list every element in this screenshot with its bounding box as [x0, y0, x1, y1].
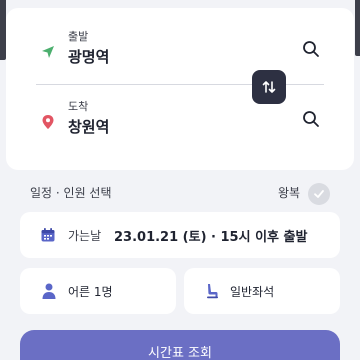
- check-icon: [314, 190, 324, 198]
- seat-icon: [207, 284, 218, 299]
- passenger-label: 어른 1명: [68, 285, 113, 299]
- calendar-icon: [41, 228, 55, 242]
- navigation-arrow-icon: [42, 46, 54, 58]
- departure-station-row[interactable]: 출발 광명역: [6, 22, 354, 72]
- arrival-station-name: 창원역: [68, 118, 110, 136]
- departure-date-selector[interactable]: 가는날 23.01.21 (토) · 15시 이후 출발: [20, 212, 340, 258]
- search-button-label: 시간표 조회: [148, 346, 212, 360]
- date-value: 23.01.21 (토) · 15시 이후 출발: [114, 230, 308, 245]
- arrival-station-row[interactable]: 도착 창원역: [6, 92, 354, 142]
- search-icon[interactable]: [302, 40, 320, 58]
- right-edge-bar: [355, 0, 360, 56]
- departure-label: 출발: [68, 30, 89, 43]
- search-timetable-button[interactable]: 시간표 조회: [20, 330, 340, 360]
- roundtrip-toggle[interactable]: [308, 183, 330, 205]
- map-pin-icon: [42, 115, 54, 129]
- search-icon[interactable]: [302, 110, 320, 128]
- arrival-label: 도착: [68, 100, 89, 113]
- person-icon: [42, 283, 56, 299]
- date-label: 가는날: [68, 229, 102, 243]
- passenger-selector[interactable]: 어른 1명: [20, 268, 176, 314]
- seat-class-label: 일반좌석: [230, 285, 275, 299]
- station-selection-card: 출발 광명역 도착 창원역: [6, 8, 354, 170]
- roundtrip-label: 왕복: [278, 186, 301, 200]
- schedule-section-title: 일정 · 인원 선택: [30, 186, 112, 200]
- departure-station-name: 광명역: [68, 48, 110, 66]
- seat-class-selector[interactable]: 일반좌석: [184, 268, 340, 314]
